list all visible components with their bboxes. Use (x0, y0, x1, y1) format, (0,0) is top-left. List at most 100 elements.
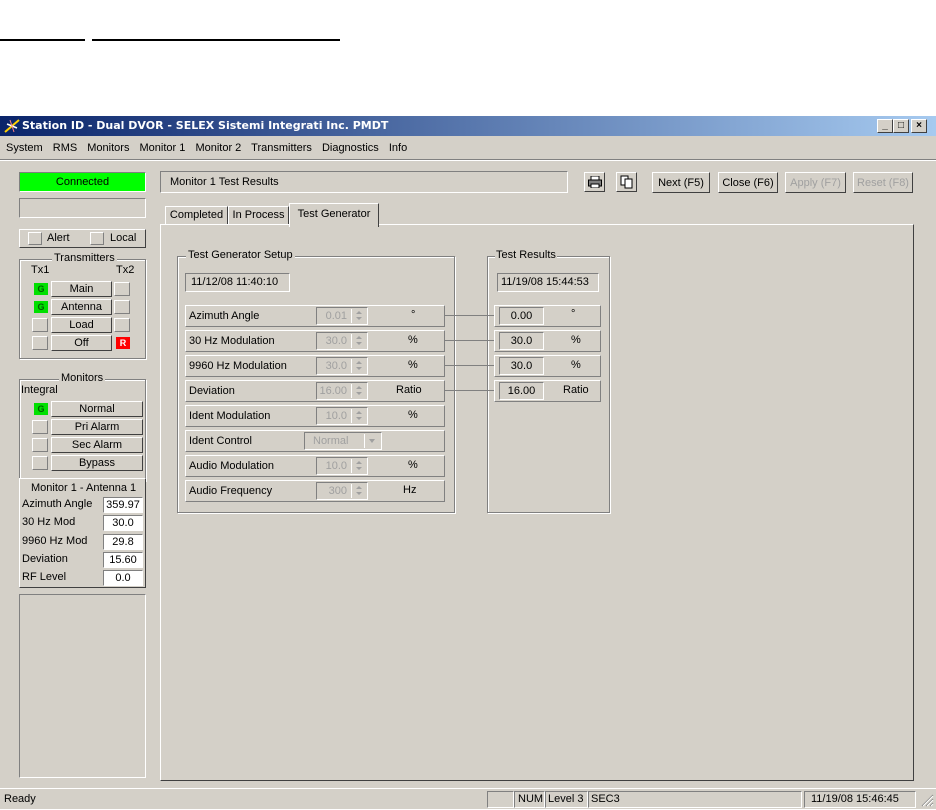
spinner-value: 300 (328, 485, 347, 497)
menu-info[interactable]: Info (389, 142, 407, 154)
setup-label: Ident Control (189, 435, 252, 447)
monitor-row-normal[interactable]: G Normal (20, 400, 145, 418)
integral-label: Integral (21, 384, 58, 396)
next-button[interactable]: Next (F5) (652, 172, 710, 193)
setup-row-audio-freq: Audio Frequency 300 Hz (185, 480, 445, 502)
audio-freq-spinner[interactable]: 300 (316, 482, 368, 500)
pri-alarm-label[interactable]: Pri Alarm (51, 419, 143, 435)
setup-label: 9960 Hz Modulation (189, 360, 287, 372)
setup-label: Azimuth Angle (189, 310, 260, 322)
bypass-led (32, 456, 48, 470)
status-datetime: 11/19/08 15:46:45 (804, 791, 916, 808)
menu-diagnostics[interactable]: Diagnostics (322, 142, 379, 154)
result-row-30hz: 30.0 % (494, 330, 601, 352)
spinner-arrows-icon[interactable] (351, 459, 366, 473)
menu-monitor-1[interactable]: Monitor 1 (140, 142, 186, 154)
setup-unit: % (408, 359, 418, 371)
sec-alarm-label[interactable]: Sec Alarm (51, 437, 143, 453)
spinner-arrows-icon[interactable] (351, 334, 366, 348)
spinner-arrows-icon[interactable] (351, 384, 366, 398)
message-box (19, 198, 146, 218)
maximize-button[interactable]: □ (893, 119, 909, 133)
readout-label: 9960 Hz Mod (22, 535, 88, 547)
readout-value: 30.0 (103, 515, 143, 531)
bypass-label[interactable]: Bypass (51, 455, 143, 471)
spinner-arrows-icon[interactable] (351, 409, 366, 423)
9960hz-spinner[interactable]: 30.0 (316, 357, 368, 375)
status-sec-text: SEC3 (591, 793, 620, 805)
monitor-row-pri-alarm[interactable]: Pri Alarm (20, 418, 145, 436)
ident-control-dropdown[interactable]: Normal (304, 432, 382, 450)
setup-label: Audio Modulation (189, 460, 275, 472)
readout-deviation: Deviation 15.60 (21, 552, 144, 568)
tx-row-off[interactable]: Off R (20, 334, 145, 352)
title-bar[interactable]: Station ID - Dual DVOR - SELEX Sistemi I… (0, 116, 936, 136)
menu-bar: System RMS Monitors Monitor 1 Monitor 2 … (6, 140, 414, 156)
alert-local-panel: Alert Local (19, 229, 146, 248)
app-logo-icon (4, 118, 20, 134)
menu-transmitters[interactable]: Transmitters (251, 142, 312, 154)
spinner-arrows-icon[interactable] (351, 359, 366, 373)
menu-monitors[interactable]: Monitors (87, 142, 129, 154)
setup-timestamp-value: 11/12/08 11:40:10 (191, 276, 279, 288)
results-timestamp-value: 11/19/08 15:44:53 (501, 276, 589, 288)
status-level: Level 3 (545, 791, 588, 808)
chevron-down-icon[interactable] (364, 434, 380, 448)
tab-test-generator[interactable]: Test Generator (289, 203, 379, 227)
normal-label[interactable]: Normal (51, 401, 143, 417)
tx2-off-led: R (116, 337, 130, 349)
transmitters-title: Transmitters (52, 252, 117, 264)
reset-button[interactable]: Reset (F8) (853, 172, 913, 193)
window-title: Station ID - Dual DVOR - SELEX Sistemi I… (22, 119, 389, 132)
monitor-row-bypass[interactable]: Bypass (20, 454, 145, 472)
row-connector (445, 365, 494, 366)
print-button[interactable] (584, 172, 605, 192)
tx-row-antenna[interactable]: G Antenna (20, 298, 145, 316)
setup-unit: Hz (403, 484, 417, 496)
result-value: 0.00 (499, 307, 544, 325)
status-sec: SEC3 (588, 791, 802, 808)
status-num-text: NUM (518, 793, 544, 805)
pri-alarm-led (32, 420, 48, 434)
local-led (90, 232, 104, 245)
monitors-title: Monitors (59, 372, 106, 384)
app-window: Station ID - Dual DVOR - SELEX Sistemi I… (0, 116, 936, 809)
copy-button[interactable] (616, 172, 637, 192)
azimuth-spinner[interactable]: 0.01 (316, 307, 368, 325)
tx-load-label[interactable]: Load (51, 317, 112, 333)
status-datetime-text: 11/19/08 15:46:45 (811, 793, 899, 805)
readout-rf-level: RF Level 0.0 (21, 570, 144, 586)
setup-unit: % (408, 334, 418, 346)
tx-antenna-label[interactable]: Antenna (51, 299, 112, 315)
readout-value: 15.60 (103, 552, 143, 568)
resize-grip-icon[interactable] (919, 792, 934, 807)
tab-completed[interactable]: Completed (165, 206, 228, 225)
setup-label: Audio Frequency (189, 485, 273, 497)
apply-button[interactable]: Apply (F7) (785, 172, 846, 193)
result-value: 30.0 (499, 357, 544, 375)
ident-mod-spinner[interactable]: 10.0 (316, 407, 368, 425)
30hz-spinner[interactable]: 30.0 (316, 332, 368, 350)
menu-monitor-2[interactable]: Monitor 2 (195, 142, 241, 154)
spinner-arrows-icon[interactable] (351, 484, 366, 498)
tab-in-process-label: In Process (232, 209, 285, 221)
readout-9960hz: 9960 Hz Mod 29.8 (21, 534, 144, 550)
menu-system[interactable]: System (6, 142, 43, 154)
audio-mod-spinner[interactable]: 10.0 (316, 457, 368, 475)
tx-main-label[interactable]: Main (51, 281, 112, 297)
readout-title: Monitor 1 - Antenna 1 (31, 482, 137, 494)
tx-row-main[interactable]: G Main (20, 280, 145, 298)
deviation-spinner[interactable]: 16.00 (316, 382, 368, 400)
close-button[interactable]: Close (F6) (718, 172, 778, 193)
close-window-button[interactable]: × (911, 119, 927, 133)
menu-rms[interactable]: RMS (53, 142, 77, 154)
spinner-value: 0.01 (325, 310, 347, 322)
tab-completed-label: Completed (169, 209, 224, 221)
tx-off-label[interactable]: Off (51, 335, 112, 351)
tx-row-load[interactable]: Load (20, 316, 145, 334)
monitor-row-sec-alarm[interactable]: Sec Alarm (20, 436, 145, 454)
result-value: 16.00 (499, 382, 544, 400)
tab-in-process[interactable]: In Process (228, 206, 289, 225)
minimize-button[interactable]: _ (877, 119, 893, 133)
spinner-arrows-icon[interactable] (351, 309, 366, 323)
